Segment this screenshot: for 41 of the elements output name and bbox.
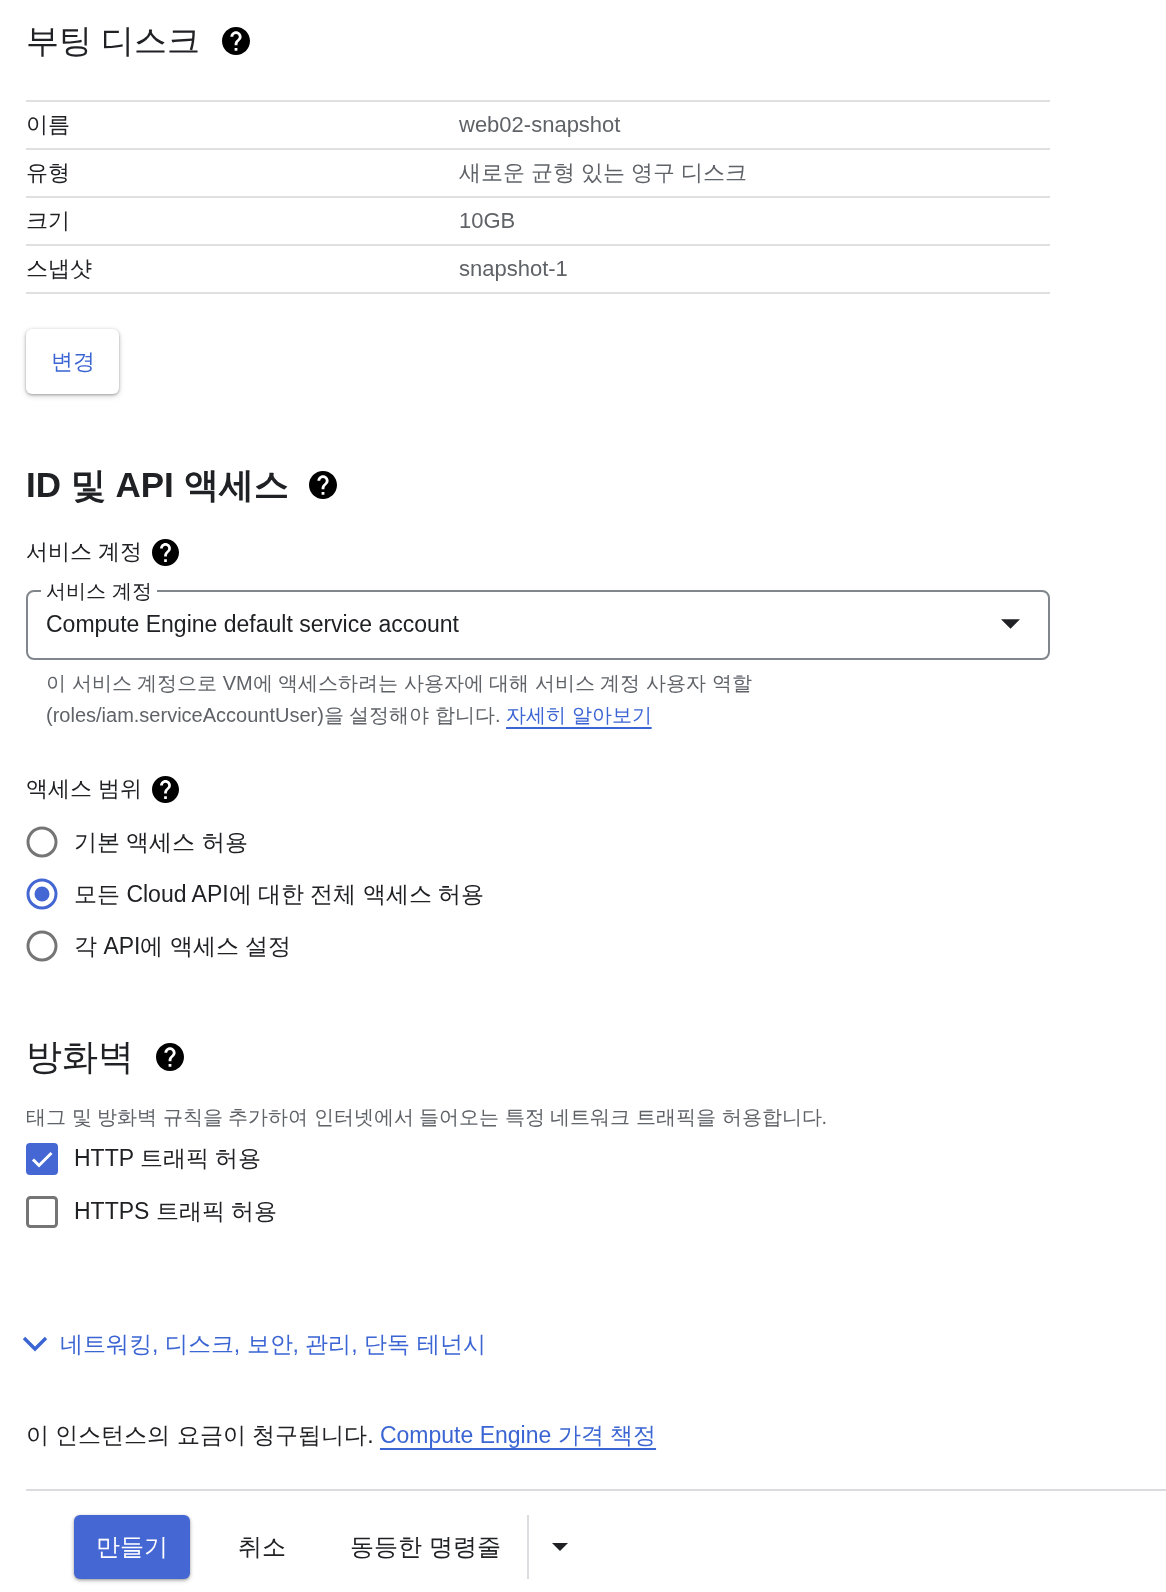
section-title: 방화벽: [26, 1035, 134, 1079]
property-value: snapshot-1: [459, 256, 569, 282]
cancel-button[interactable]: 취소: [238, 1531, 286, 1563]
help-icon[interactable]: [222, 27, 251, 55]
pricing-link[interactable]: Compute Engine 가격 책정: [379, 1422, 657, 1448]
radio-button[interactable]: [26, 878, 58, 910]
section-title: 부팅 디스크: [26, 21, 201, 61]
property-value: web02-snapshot: [459, 112, 622, 138]
property-value: 새로운 균형 있는 영구 디스크: [459, 159, 749, 187]
property-label: 이름: [26, 111, 71, 139]
radio-button[interactable]: [26, 930, 58, 962]
checkbox-label[interactable]: HTTPS 트래픽 허용: [74, 1196, 278, 1227]
field-heading: 서비스 계정: [26, 538, 143, 566]
dropdown-caret-icon: [1001, 619, 1020, 629]
equivalent-command-button[interactable]: 동등한 명령줄: [350, 1531, 501, 1563]
property-label: 크기: [26, 207, 71, 235]
radio-label[interactable]: 각 API에 액세스 설정: [74, 930, 292, 962]
checkbox[interactable]: [26, 1195, 58, 1228]
advanced-options-toggle[interactable]: 네트워킹, 디스크, 보안, 관리, 단독 테넌시: [22, 1326, 486, 1362]
help-icon[interactable]: [152, 775, 180, 803]
help-icon[interactable]: [152, 538, 180, 566]
section-title: ID 및 API 액세스: [26, 464, 289, 506]
field-heading: 액세스 범위: [26, 775, 143, 803]
radio-label[interactable]: 모든 Cloud API에 대한 전체 액세스 허용: [74, 878, 485, 910]
learn-more-link[interactable]: 자세히 알아보기: [506, 704, 652, 726]
radio-label[interactable]: 기본 액세스 허용: [74, 826, 248, 858]
more-options-button[interactable]: [551, 1543, 568, 1551]
create-button[interactable]: 만들기: [74, 1515, 190, 1579]
radio-button[interactable]: [26, 826, 58, 858]
change-button[interactable]: 변경: [26, 329, 119, 394]
checkbox-label[interactable]: HTTP 트래픽 허용: [74, 1143, 262, 1174]
property-label: 스냅샷: [26, 255, 93, 283]
help-icon[interactable]: [156, 1043, 184, 1071]
checkbox[interactable]: [26, 1142, 58, 1175]
section-description: 태그 및 방화벽 규칙을 추가하여 인터넷에서 들어오는 특정 네트워크 트래픽을 허용합니다.: [26, 1105, 829, 1130]
property-value: 10GB: [459, 208, 517, 234]
help-icon[interactable]: [308, 471, 337, 499]
helper-text: 이 서비스 계정으로 VM에 액세스하려는 사용자에 대해 서비스 계정 사용자 역할 (roles/iam.serviceAccountUser)을 설정해야 합니다. 자세히 알아보기: [45, 671, 753, 728]
billing-note: 이 인스턴스의 요금이 청구됩니다. Compute Engine 가격 책정: [26, 1421, 658, 1450]
caret-icon: [551, 1543, 568, 1551]
property-label: 유형: [26, 159, 71, 187]
